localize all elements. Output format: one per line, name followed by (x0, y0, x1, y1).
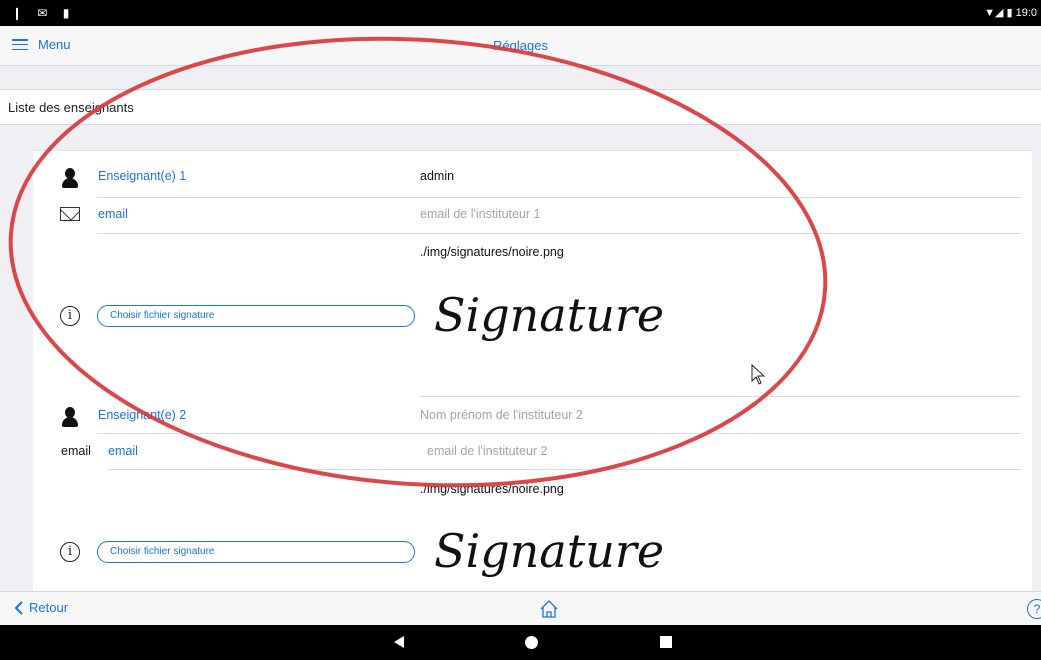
top-navbar: Menu Réglages (0, 26, 1041, 66)
system-home-button[interactable] (525, 636, 538, 649)
svg-text:Signature: Signature (434, 288, 664, 342)
system-recents-button[interactable] (660, 636, 672, 648)
info-icon[interactable]: i (59, 541, 81, 563)
teacher-1-email-label: email (98, 207, 128, 221)
page-title: Réglages (493, 38, 548, 53)
system-back-button[interactable] (394, 636, 404, 648)
teacher-2-signature-image: Signature (434, 524, 664, 578)
teacher-2-signature-path: ./img/signatures/noire.png (420, 482, 564, 496)
teacher-2-choose-signature-button[interactable]: Choisir fichier signature (97, 541, 415, 563)
teacher-1-signature-path: ./img/signatures/noire.png (420, 245, 564, 259)
section-spacer (0, 66, 1041, 90)
chevron-left-icon (14, 600, 23, 615)
divider (108, 469, 1021, 470)
section-header: Liste des enseignants (0, 90, 1041, 125)
status-notification-icons: ❙ ✉ ▮ (12, 6, 76, 20)
divider (420, 396, 1021, 397)
teacher-1-email-input[interactable]: email de l'instituteur 1 (420, 207, 541, 221)
teacher-2-email-input[interactable]: email de l'instituteur 2 (427, 444, 548, 458)
teacher-1-signature-image: Signature (434, 288, 664, 342)
app-screen: ❙ ✉ ▮ ▼◢ ▮ 19:0 Menu Réglages Liste des … (0, 0, 1041, 660)
teacher-2-email-text: email (61, 444, 91, 458)
teacher-2-name-input[interactable]: Nom prénom de l'instituteur 2 (420, 408, 583, 422)
teachers-card: Enseignant(e) 1 admin email email de l'i… (33, 150, 1032, 591)
android-nav-bar (0, 625, 1041, 660)
person-icon (59, 167, 81, 189)
back-button[interactable]: Retour (14, 600, 68, 615)
divider (97, 233, 1021, 234)
svg-text:Signature: Signature (434, 524, 664, 578)
back-label: Retour (29, 600, 69, 615)
teacher-1-label: Enseignant(e) 1 (98, 169, 187, 183)
divider (97, 197, 1021, 198)
divider (97, 433, 1021, 434)
status-bar: ❙ ✉ ▮ ▼◢ ▮ 19:0 (0, 0, 1041, 26)
status-time: ▼◢ ▮ 19:0 (984, 7, 1037, 19)
teacher-1-name-input[interactable]: admin (420, 169, 454, 183)
info-icon[interactable]: i (59, 305, 81, 327)
help-icon[interactable]: ? (1027, 599, 1041, 619)
teacher-2-email-label: email (108, 444, 138, 458)
envelope-icon (59, 203, 81, 225)
home-icon[interactable] (538, 598, 560, 620)
teacher-1-choose-signature-button[interactable]: Choisir fichier signature (97, 305, 415, 327)
person-icon (59, 406, 81, 428)
teacher-2-label: Enseignant(e) 2 (98, 408, 187, 422)
mouse-cursor-icon (751, 364, 766, 385)
bottom-toolbar: Retour ? (0, 591, 1041, 625)
